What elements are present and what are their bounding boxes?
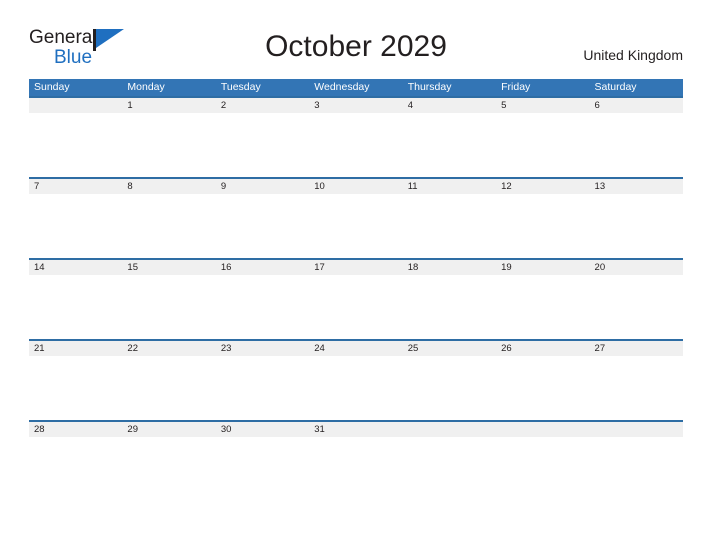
day-number: 4 — [407, 99, 413, 111]
day-number: 20 — [594, 261, 606, 273]
day-number: 14 — [34, 261, 45, 273]
week-row: 21 22 23 24 25 26 27 — [29, 339, 683, 420]
day-cell[interactable]: 7 — [29, 179, 122, 259]
week-row: 7 8 9 10 11 12 13 — [29, 177, 683, 258]
day-number: 3 — [314, 99, 320, 111]
day-cell[interactable] — [29, 98, 122, 178]
day-number: 7 — [34, 180, 40, 192]
day-number: 21 — [34, 342, 45, 354]
weekday-header-friday: Friday — [501, 81, 531, 93]
day-cell[interactable]: 29 — [122, 422, 215, 502]
day-number: 10 — [314, 180, 325, 192]
day-number: 8 — [127, 180, 133, 192]
day-cell[interactable]: 28 — [29, 422, 122, 502]
day-cell[interactable]: 3 — [309, 98, 402, 178]
day-cell[interactable]: 20 — [590, 260, 683, 340]
weekday-header-monday: Monday — [127, 81, 165, 93]
page-header: General Blue October 2029 United Kingdom — [0, 0, 712, 78]
day-number: 1 — [127, 99, 133, 111]
day-number: 5 — [501, 99, 507, 111]
day-cell[interactable]: 14 — [29, 260, 122, 340]
day-number: 31 — [314, 423, 325, 435]
day-number: 28 — [34, 423, 45, 435]
day-cell[interactable]: 9 — [216, 179, 309, 259]
day-cell[interactable]: 30 — [216, 422, 309, 502]
day-number: 27 — [594, 342, 606, 354]
day-number: 22 — [127, 342, 138, 354]
country-label: United Kingdom — [583, 47, 683, 63]
day-number: 24 — [314, 342, 325, 354]
day-number: 13 — [594, 180, 606, 192]
week-row: 28 29 30 31 — [29, 420, 683, 501]
day-number: 26 — [501, 342, 512, 354]
day-cell[interactable]: 8 — [122, 179, 215, 259]
day-cell[interactable]: 15 — [122, 260, 215, 340]
day-cell[interactable]: 10 — [309, 179, 402, 259]
day-cell[interactable]: 19 — [496, 260, 589, 340]
week-row: 1 2 3 4 5 6 — [29, 96, 683, 177]
day-cell[interactable]: 24 — [309, 341, 402, 421]
day-number: 2 — [220, 99, 227, 111]
day-cell[interactable]: 1 — [122, 98, 215, 178]
day-number: 11 — [407, 180, 418, 192]
day-cell[interactable]: 17 — [309, 260, 402, 340]
day-cell[interactable] — [590, 422, 683, 502]
day-cell[interactable]: 26 — [496, 341, 589, 421]
day-cell[interactable]: 25 — [403, 341, 496, 421]
day-number: 25 — [407, 342, 419, 354]
day-cell[interactable] — [403, 422, 496, 502]
day-cell[interactable]: 31 — [309, 422, 402, 502]
weekday-header-wednesday: Wednesday — [314, 81, 370, 93]
day-number: 16 — [220, 261, 232, 273]
day-cell[interactable] — [496, 422, 589, 502]
weekday-header-tuesday: Tuesday — [220, 81, 261, 93]
day-cell[interactable]: 6 — [590, 98, 683, 178]
day-cell[interactable]: 27 — [590, 341, 683, 421]
weekday-header-thursday: Thursday — [407, 81, 452, 93]
day-cell[interactable]: 22 — [122, 341, 215, 421]
day-number: 6 — [594, 99, 600, 111]
day-number: 12 — [501, 180, 512, 192]
day-number: 15 — [127, 261, 138, 273]
day-number: 19 — [501, 261, 512, 273]
calendar-grid: Sunday Monday Tuesday Wednesday Thursday… — [29, 79, 683, 501]
weekday-header-saturday: Saturday — [594, 81, 637, 93]
day-cell[interactable]: 21 — [29, 341, 122, 421]
day-cell[interactable]: 12 — [496, 179, 589, 259]
day-cell[interactable]: 5 — [496, 98, 589, 178]
week-row: 14 15 16 17 18 19 20 — [29, 258, 683, 339]
day-number: 30 — [220, 423, 232, 435]
day-number: 17 — [314, 261, 325, 273]
day-cell[interactable]: 13 — [590, 179, 683, 259]
day-cell[interactable]: 11 — [403, 179, 496, 259]
weekday-header-sunday: Sunday — [34, 81, 70, 93]
weekday-header-row: Sunday Monday Tuesday Wednesday Thursday… — [29, 79, 683, 96]
day-number: 29 — [127, 423, 138, 435]
day-number: 23 — [220, 342, 232, 354]
day-cell[interactable]: 4 — [403, 98, 496, 178]
day-number: 9 — [220, 180, 227, 192]
day-cell[interactable]: 18 — [403, 260, 496, 340]
day-cell[interactable]: 16 — [216, 260, 309, 340]
day-number: 18 — [407, 261, 419, 273]
day-cell[interactable]: 2 — [216, 98, 309, 178]
day-cell[interactable]: 23 — [216, 341, 309, 421]
